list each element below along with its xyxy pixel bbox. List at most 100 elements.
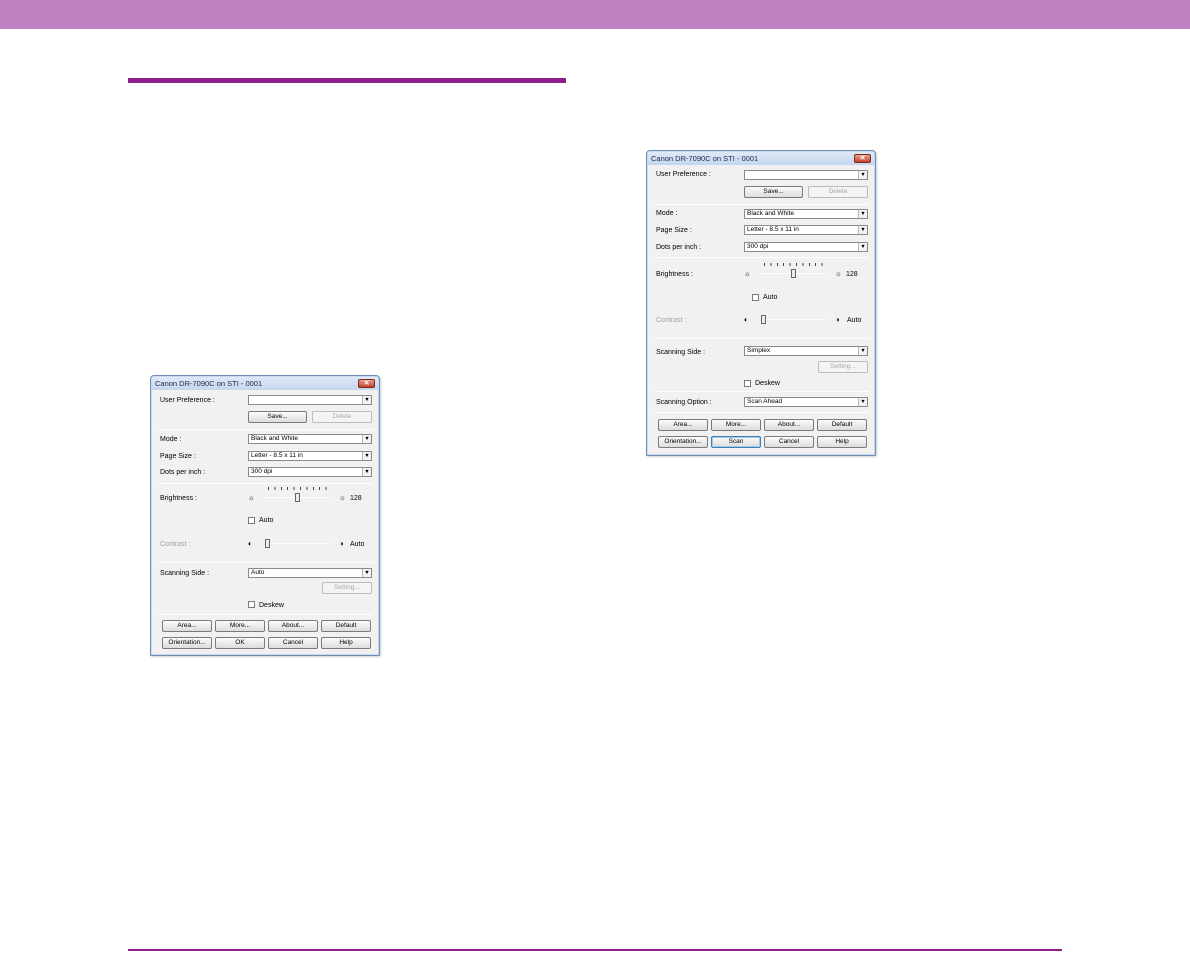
title-bar[interactable]: Canon DR-7090C on STI - 0001 ✕ [648,152,874,165]
chevron-down-icon: ▼ [858,347,867,355]
cancel-button[interactable]: Cancel [764,436,814,448]
contrast-label: Contrast : [656,317,687,324]
auto-label: Auto [259,517,274,524]
dpi-label: Dots per inch : [656,244,702,251]
save-button[interactable]: Save... [248,411,307,423]
sun-icon: ☼ [744,269,751,278]
default-button[interactable]: Default [817,419,867,431]
scan-button[interactable]: Scan [711,436,761,448]
delete-button[interactable]: Delete [312,411,372,423]
page-size-label: Page Size : [656,227,692,234]
auto-checkbox[interactable] [752,294,759,301]
user-preference-combo[interactable]: ▼ [744,170,868,180]
half-circle-icon: ◐ [248,539,253,548]
page-size-combo[interactable]: Letter - 8.5 x 11 in ▼ [248,451,372,461]
dpi-label: Dots per inch : [160,469,206,476]
scanning-side-value: Simplex [747,347,771,354]
page-size-combo[interactable]: Letter - 8.5 x 11 in ▼ [744,225,868,235]
separator [158,483,373,484]
contrast-slider-thumb[interactable] [265,539,270,548]
close-button[interactable]: ✕ [854,154,871,163]
top-color-band [0,0,1190,29]
user-preference-label: User Preference : [656,171,711,178]
contrast-slider-thumb[interactable] [761,315,766,324]
brightness-slider-thumb[interactable] [294,493,300,502]
dialog-title: Canon DR-7090C on STI - 0001 [155,379,263,388]
deskew-checkbox[interactable] [248,601,255,608]
brightness-slider-thumb[interactable] [790,269,796,278]
slider-ticks [764,263,826,266]
contrast-value: Auto [350,541,365,548]
contrast-slider[interactable] [762,319,826,320]
scanning-side-combo[interactable]: Auto ▼ [248,568,372,578]
dpi-combo[interactable]: 300 dpi ▼ [744,242,868,252]
help-button[interactable]: Help [817,436,867,448]
page-size-value: Letter - 8.5 x 11 in [251,452,303,459]
contrast-value: Auto [847,317,862,324]
setting-button[interactable]: Setting... [818,361,868,373]
separator [158,562,373,563]
separator [654,391,869,392]
user-preference-label: User Preference : [160,397,215,404]
half-circle-icon: ◑ [835,315,840,324]
brightness-value: 128 [350,495,362,502]
scanner-settings-dialog: Canon DR-7090C on STI - 0001 ✕ User Pref… [150,375,380,656]
cancel-button[interactable]: Cancel [268,637,318,649]
footer-rule [128,949,1062,951]
ok-button[interactable]: OK [215,637,265,649]
help-button[interactable]: Help [321,637,371,649]
area-button[interactable]: Area... [162,620,212,632]
separator [654,204,869,205]
chevron-down-icon: ▼ [858,171,867,179]
scanning-option-value: Scan Ahead [747,398,783,405]
user-preference-combo[interactable]: ▼ [248,395,372,405]
orientation-button[interactable]: Orientation... [658,436,708,448]
sun-icon: ☼ [248,493,255,502]
more-button[interactable]: More... [711,419,761,431]
chevron-down-icon: ▼ [362,569,371,577]
area-button[interactable]: Area... [658,419,708,431]
chevron-down-icon: ▼ [858,243,867,251]
chevron-down-icon: ▼ [858,210,867,218]
dialog-title: Canon DR-7090C on STI - 0001 [651,154,759,163]
scanning-side-combo[interactable]: Simplex ▼ [744,346,868,356]
scanning-side-label: Scanning Side : [160,570,210,577]
delete-button[interactable]: Delete [808,186,868,198]
title-bar[interactable]: Canon DR-7090C on STI - 0001 ✕ [152,377,378,390]
half-circle-icon: ◐ [744,315,749,324]
scanning-side-label: Scanning Side : [656,349,706,356]
auto-checkbox[interactable] [248,517,255,524]
mode-combo[interactable]: Black and White ▼ [248,434,372,444]
scanning-option-label: Scanning Option : [656,399,712,406]
separator [158,614,373,615]
setting-button[interactable]: Setting... [322,582,372,594]
about-button[interactable]: About... [268,620,318,632]
sun-icon: ☼ [835,269,842,278]
mode-value: Black and White [747,210,794,217]
mode-label: Mode : [160,436,182,443]
close-button[interactable]: ✕ [358,379,375,388]
sun-icon: ☼ [339,493,346,502]
chevron-down-icon: ▼ [362,435,371,443]
heading-rule [128,78,566,83]
chevron-down-icon: ▼ [858,226,867,234]
save-button[interactable]: Save... [744,186,803,198]
mode-combo[interactable]: Black and White ▼ [744,209,868,219]
contrast-label: Contrast : [160,541,191,548]
about-button[interactable]: About... [764,419,814,431]
brightness-value: 128 [846,271,858,278]
default-button[interactable]: Default [321,620,371,632]
brightness-label: Brightness : [160,495,197,502]
more-button[interactable]: More... [215,620,265,632]
deskew-label: Deskew [755,380,780,387]
dpi-combo[interactable]: 300 dpi ▼ [248,467,372,477]
contrast-slider[interactable] [266,543,330,544]
deskew-checkbox[interactable] [744,380,751,387]
separator [654,338,869,339]
dpi-value: 300 dpi [251,468,273,475]
orientation-button[interactable]: Orientation... [162,637,212,649]
scanning-option-combo[interactable]: Scan Ahead ▼ [744,397,868,407]
mode-label: Mode : [656,210,678,217]
auto-label: Auto [763,294,778,301]
brightness-label: Brightness : [656,271,693,278]
